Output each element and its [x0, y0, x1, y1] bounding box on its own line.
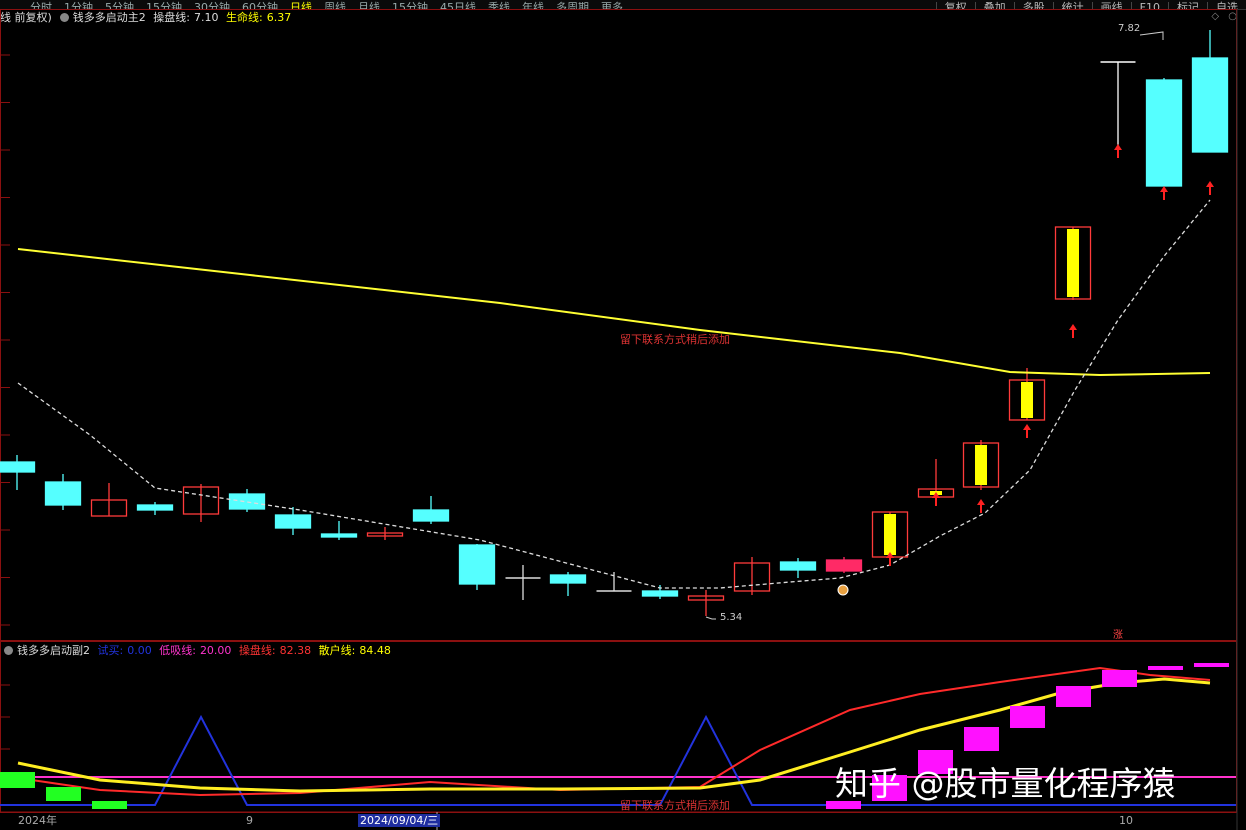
candle-fill-22 — [1021, 382, 1033, 418]
date-start: 2024年 — [18, 814, 57, 827]
green-bar-0 — [0, 772, 35, 788]
candle-body-17 — [779, 561, 817, 571]
high-pointer — [1139, 31, 1164, 40]
low-label: 低吸线: — [159, 644, 196, 657]
retail-label: 散户线: — [318, 644, 356, 657]
price-high-label: 7.82 — [1118, 23, 1140, 34]
date-month-9: 9 — [246, 814, 253, 827]
buy-arrow-head-3 — [1023, 424, 1031, 430]
candle-body-18 — [825, 559, 863, 572]
caopan-line — [17, 248, 1211, 377]
candle-fill-19 — [884, 514, 896, 555]
sub-caopan-label: 操盘线: — [238, 644, 276, 657]
buy-arrow-head-6 — [1160, 186, 1168, 192]
magenta-bar-4 — [1010, 706, 1045, 728]
candle-body-6 — [274, 514, 312, 529]
magenta-bar-8 — [1194, 663, 1229, 667]
candle-body-25 — [1145, 79, 1183, 187]
watermark-small-sub: 留下联系方式稍后添加 — [620, 799, 730, 812]
sub-legend: 钱多多启动副2 试买: 0.00 低吸线: 20.00 操盘线: 82.38 散户线:… — [0, 643, 395, 659]
buy-label: 试买: — [97, 644, 124, 657]
green-bar-2 — [92, 801, 127, 809]
candle-body-26 — [1191, 57, 1229, 153]
low-value: 20.00 — [199, 644, 232, 657]
candle-body-0 — [0, 461, 36, 473]
green-bar-1 — [46, 787, 81, 801]
magenta-bar-6 — [1102, 670, 1137, 687]
candle-body-3 — [136, 504, 174, 511]
candle-body-10 — [458, 544, 496, 585]
sub-indicator-name[interactable]: 钱多多启动副2 — [17, 644, 90, 657]
retail-value: 84.48 — [359, 644, 391, 657]
candle-fill-23 — [1067, 229, 1079, 297]
candle-body-7 — [320, 533, 358, 538]
candle-body-5 — [228, 493, 266, 510]
buy-value: 0.00 — [127, 644, 152, 657]
candle-body-9 — [412, 509, 450, 522]
main-panel-border — [0, 9, 1237, 641]
price-low-label: 5.34 — [720, 612, 742, 623]
sub-caopan-value: 82.38 — [279, 644, 312, 657]
buy-arrow-head-7 — [1206, 181, 1214, 187]
date-month-10: 10 — [1119, 814, 1133, 827]
zhang-marker: 涨 — [1113, 630, 1123, 641]
date-cursor: 2024/09/04/三 — [358, 813, 441, 829]
sub-indicator-settings-icon[interactable] — [4, 646, 13, 655]
low-pointer — [705, 616, 716, 620]
money-bag-icon — [837, 584, 849, 596]
candle-body-12 — [549, 574, 587, 584]
candle-body-1 — [44, 481, 82, 506]
magenta-bar-7 — [1148, 666, 1183, 670]
watermark: 知乎 @股市量化程序猿 — [835, 764, 1176, 803]
buy-arrow-head-4 — [1069, 324, 1077, 330]
magenta-bar-3 — [964, 727, 999, 751]
buy-arrow-head-5 — [1114, 144, 1122, 150]
price-low-value: 5.34 — [720, 612, 743, 623]
candle-body-14 — [641, 590, 679, 597]
magenta-bar-5 — [1056, 686, 1091, 707]
buy-arrow-head-2 — [977, 499, 985, 505]
date-cursor-value: 2024/09/04/三 — [358, 814, 441, 827]
price-high-value: 7.82 — [1118, 23, 1141, 34]
candle-fill-21 — [975, 445, 987, 485]
kline-chart — [0, 9, 1238, 830]
watermark-small-main: 留下联系方式稍后添加 — [620, 333, 730, 346]
